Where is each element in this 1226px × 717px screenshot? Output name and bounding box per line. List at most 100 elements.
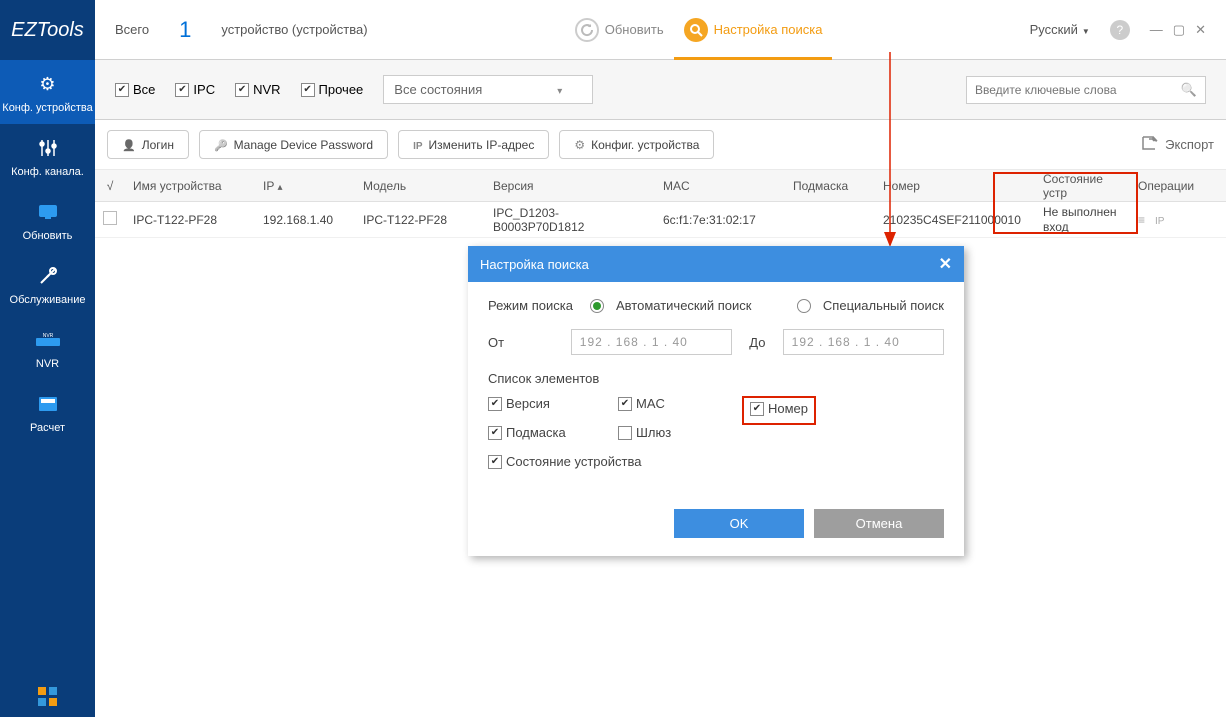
filter-all[interactable]: ✔Все: [115, 82, 155, 97]
device-config-button[interactable]: Конфиг. устройства: [559, 130, 714, 159]
col-status[interactable]: Состояние устр: [1035, 172, 1130, 200]
cell-ip: 192.168.1.40: [255, 213, 355, 227]
col-ops[interactable]: Операции: [1130, 179, 1190, 193]
chk-devstate[interactable]: ✔Состояние устройства: [488, 454, 688, 469]
app-logo: EZTools: [0, 0, 95, 60]
sidebar-item-label: NVR: [36, 358, 59, 370]
device-count: 1: [179, 17, 191, 43]
radio-auto[interactable]: [590, 299, 604, 313]
close-button[interactable]: ✕: [1195, 22, 1206, 38]
sidebar-item-maintenance[interactable]: Обслуживание: [0, 252, 95, 316]
col-ip[interactable]: IP: [255, 179, 355, 193]
window-controls: — ▢ ✕: [1150, 22, 1206, 38]
col-serial[interactable]: Номер: [875, 179, 1035, 193]
list-icon[interactable]: [1138, 213, 1145, 227]
col-submask[interactable]: Подмаска: [785, 179, 875, 193]
ip-action-icon[interactable]: [1155, 213, 1164, 227]
language-selector[interactable]: Русский: [1030, 22, 1090, 37]
minimize-button[interactable]: —: [1150, 22, 1163, 38]
dialog-close-button[interactable]: [939, 254, 952, 274]
radio-special-label: Специальный поиск: [823, 298, 944, 313]
help-button[interactable]: ?: [1110, 20, 1130, 40]
row-checkbox[interactable]: [103, 211, 117, 225]
cell-model: IPC-T122-PF28: [355, 213, 485, 227]
search-settings-button[interactable]: Настройка поиска: [684, 18, 823, 42]
ip-from-input[interactable]: 192 . 168 . 1 . 40: [571, 329, 732, 355]
toolbar: Логин Manage Device Password Изменить IP…: [95, 120, 1226, 170]
sidebar-item-label: Конф. устройства: [2, 102, 92, 114]
sidebar-item-nvr[interactable]: NVR NVR: [0, 316, 95, 380]
total-label: Всего: [115, 22, 149, 37]
col-mac[interactable]: MAC: [655, 179, 785, 193]
mode-label: Режим поиска: [488, 298, 578, 313]
table-row[interactable]: IPC-T122-PF28 192.168.1.40 IPC-T122-PF28…: [95, 202, 1226, 238]
refresh-icon: [575, 18, 599, 42]
sidebar: EZTools ⚙ Конф. устройства Конф. канала.…: [0, 0, 95, 717]
sort-icon: [277, 179, 282, 193]
ip-to-input[interactable]: 192 . 168 . 1 . 40: [783, 329, 944, 355]
gear-icon: ⚙: [34, 70, 62, 98]
search-icon: [1181, 82, 1197, 98]
chk-serial[interactable]: ✔Номер: [750, 401, 808, 416]
status-select[interactable]: Все состояния: [383, 75, 593, 104]
chevron-down-icon: [557, 82, 562, 97]
gear-icon: [574, 137, 585, 152]
cell-version: IPC_D1203-B0003P70D1812: [485, 206, 655, 234]
search-input[interactable]: [975, 83, 1175, 97]
export-button[interactable]: Экспорт: [1139, 133, 1214, 156]
key-icon: [214, 137, 228, 152]
sliders-icon: [34, 134, 62, 162]
filter-nvr[interactable]: ✔NVR: [235, 82, 280, 97]
chk-submask[interactable]: ✔Подмаска: [488, 425, 618, 440]
header: Всего 1 устройство (устройства) Обновить…: [95, 0, 1226, 60]
cell-ops: [1130, 213, 1190, 227]
sidebar-item-channel-config[interactable]: Конф. канала.: [0, 124, 95, 188]
status-select-label: Все состояния: [394, 82, 482, 97]
devices-label: устройство (устройства): [221, 22, 367, 37]
col-model[interactable]: Модель: [355, 179, 485, 193]
sidebar-item-refresh[interactable]: Обновить: [0, 188, 95, 252]
table-header: √ Имя устройства IP Модель Версия MAC По…: [95, 170, 1226, 202]
chevron-down-icon: [1082, 22, 1090, 37]
ok-button[interactable]: OK: [674, 509, 804, 538]
sidebar-item-label: Расчет: [30, 422, 65, 434]
chk-mac[interactable]: ✔MAC: [618, 396, 748, 411]
chk-version[interactable]: ✔Версия: [488, 396, 618, 411]
login-button[interactable]: Логин: [107, 130, 189, 159]
tools-icon: [34, 262, 62, 290]
col-version[interactable]: Версия: [485, 179, 655, 193]
cell-mac: 6c:f1:7e:31:02:17: [655, 213, 785, 227]
sidebar-item-device-config[interactable]: ⚙ Конф. устройства: [0, 60, 95, 124]
search-settings-label: Настройка поиска: [714, 22, 823, 37]
radio-auto-label: Автоматический поиск: [616, 298, 785, 313]
col-name[interactable]: Имя устройства: [125, 179, 255, 193]
list-section-label: Список элементов: [488, 371, 944, 386]
export-icon: [1139, 133, 1159, 156]
cell-name: IPC-T122-PF28: [125, 213, 255, 227]
col-check[interactable]: √: [95, 179, 125, 193]
sidebar-item-label: Конф. канала.: [11, 166, 84, 178]
search-settings-icon: [684, 18, 708, 42]
manage-password-button[interactable]: Manage Device Password: [199, 130, 388, 159]
chk-gateway[interactable]: Шлюз: [618, 425, 748, 440]
svg-text:NVR: NVR: [42, 333, 53, 339]
change-ip-button[interactable]: Изменить IP-адрес: [398, 130, 549, 159]
maximize-button[interactable]: ▢: [1173, 22, 1185, 38]
sidebar-item-calc[interactable]: Расчет: [0, 380, 95, 444]
cancel-button[interactable]: Отмена: [814, 509, 944, 538]
sidebar-apps-button[interactable]: [0, 687, 95, 707]
calc-icon: [34, 390, 62, 418]
filter-bar: ✔Все ✔IPC ✔NVR ✔Прочее Все состояния: [95, 60, 1226, 120]
person-icon: [122, 137, 136, 152]
to-label: До: [744, 335, 771, 350]
grid-icon: [38, 687, 58, 707]
dialog-title: Настройка поиска: [480, 257, 589, 272]
radio-special[interactable]: [797, 299, 811, 313]
ip-icon: [413, 137, 422, 152]
filter-other[interactable]: ✔Прочее: [301, 82, 364, 97]
filter-ipc[interactable]: ✔IPC: [175, 82, 215, 97]
refresh-button[interactable]: Обновить: [575, 18, 664, 42]
refresh-label: Обновить: [605, 22, 664, 37]
search-box[interactable]: [966, 76, 1206, 104]
sidebar-item-label: Обслуживание: [10, 294, 86, 306]
